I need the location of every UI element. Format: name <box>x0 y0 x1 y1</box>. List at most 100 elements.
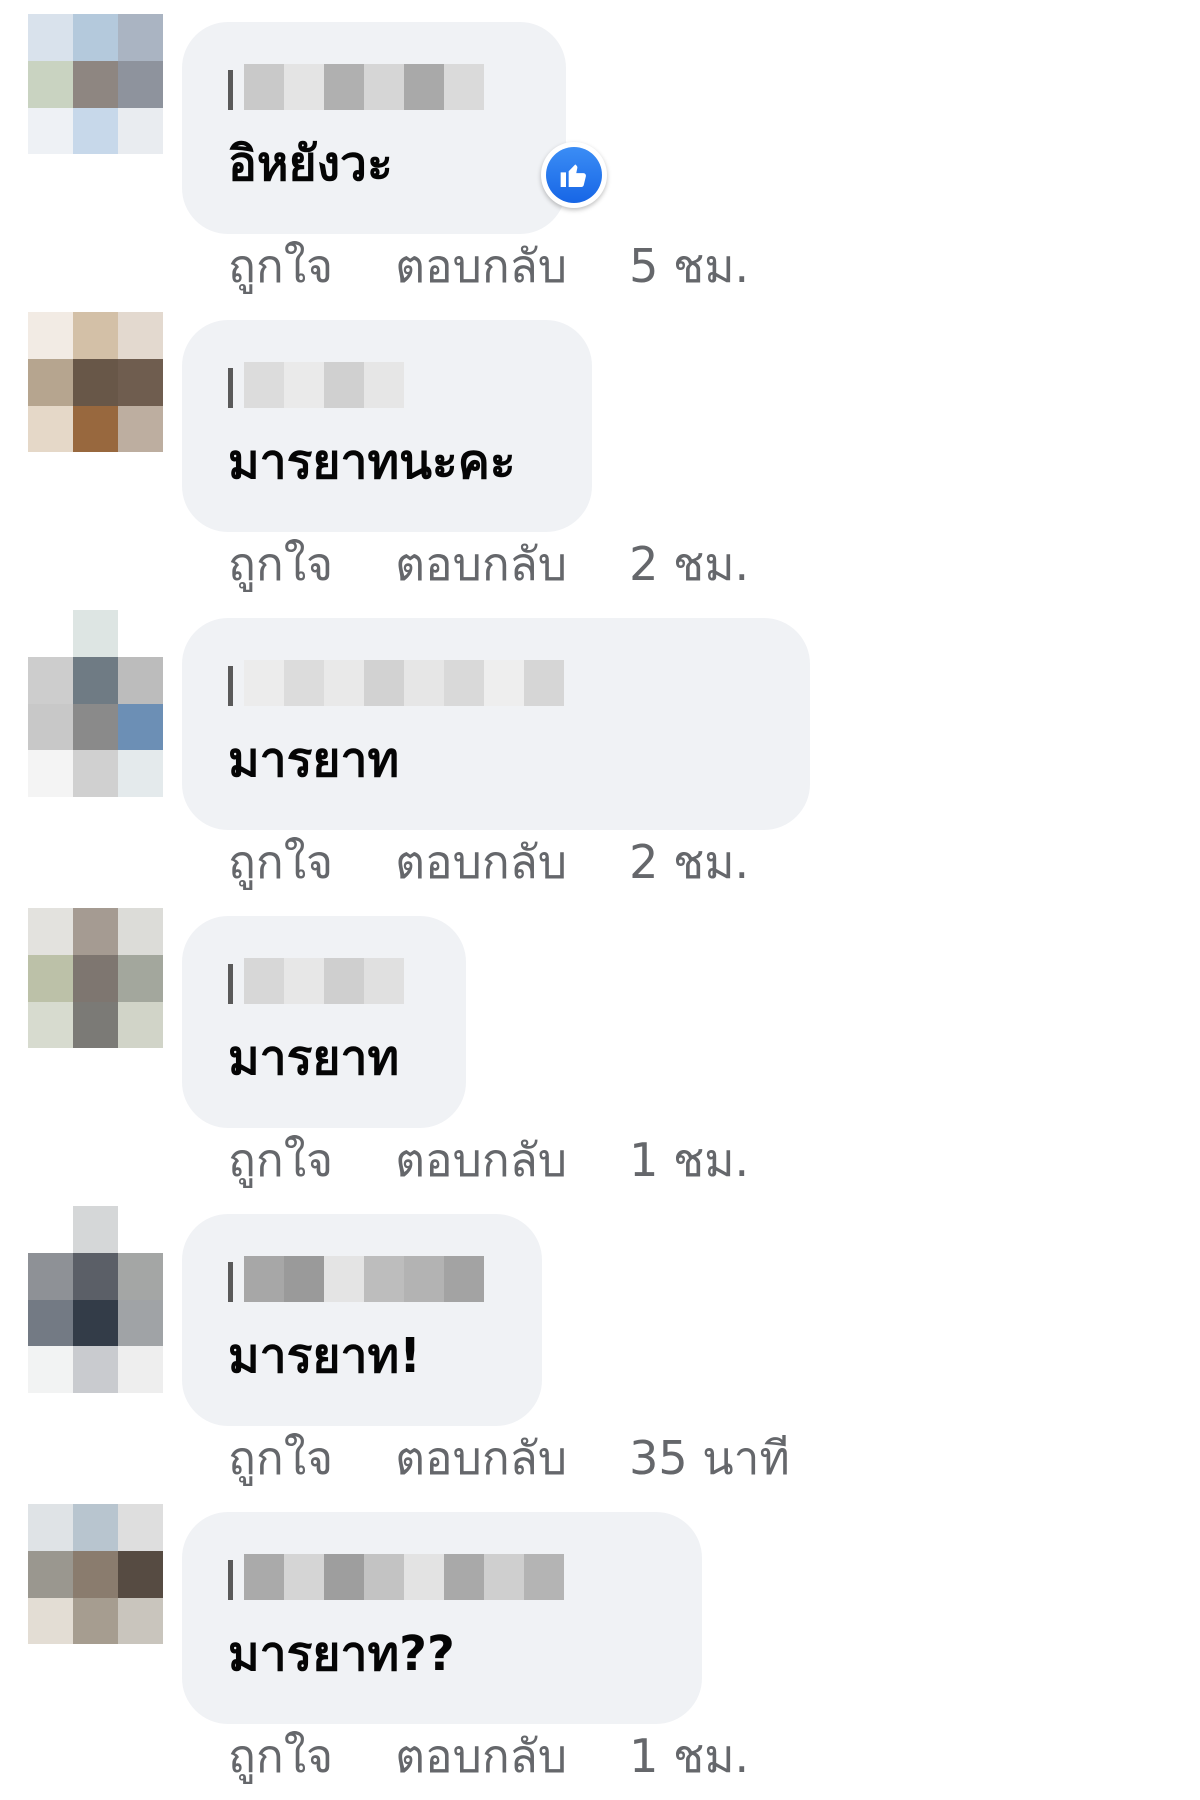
avatar-pixel <box>28 1644 73 1691</box>
blurred-author-name[interactable] <box>228 1256 484 1302</box>
comment-actions: ถูกใจ ตอบกลับ 2 ชม. <box>228 534 749 594</box>
comment-bubble: อิหยังวะ <box>182 22 566 234</box>
avatar-pixel <box>118 60 163 108</box>
avatar[interactable] <box>28 312 163 499</box>
like-link[interactable]: ถูกใจ <box>228 528 333 601</box>
comment-list: อิหยังวะ ถูกใจ ตอบกลับ 5 ชม. มารยาทนะคะ … <box>0 0 1200 1800</box>
comment-item: มารยาท ถูกใจ ตอบกลับ 1 ชม. <box>0 894 1200 1194</box>
comment-text: มารยาท! <box>228 1328 421 1384</box>
like-link[interactable]: ถูกใจ <box>228 826 333 899</box>
avatar-pixel <box>118 1597 163 1645</box>
avatar-pixel <box>118 908 163 955</box>
name-blur-block <box>324 1554 364 1600</box>
timestamp[interactable]: 35 นาที <box>629 1422 790 1495</box>
timestamp[interactable]: 5 ชม. <box>629 230 749 303</box>
avatar-pixel <box>28 452 73 499</box>
avatar-pixel <box>73 1252 118 1300</box>
comment-bubble: มารยาทนะคะ <box>182 320 592 532</box>
comment-actions: ถูกใจ ตอบกลับ 1 ชม. <box>228 1130 749 1190</box>
comment-bubble: มารยาท?? <box>182 1512 702 1724</box>
avatar-pixel <box>28 405 73 453</box>
avatar[interactable] <box>28 1504 163 1691</box>
comment-actions: ถูกใจ ตอบกลับ 5 ชม. <box>228 236 749 296</box>
avatar-pixel <box>118 1550 163 1598</box>
timestamp[interactable]: 1 ชม. <box>629 1720 749 1793</box>
name-blur-block <box>524 660 564 706</box>
blurred-author-name[interactable] <box>228 64 484 110</box>
blurred-author-name[interactable] <box>228 362 404 408</box>
avatar-pixel <box>73 1346 118 1393</box>
avatar-pixel <box>73 452 118 499</box>
avatar-pixel <box>118 1346 163 1393</box>
avatar-pixel <box>73 750 118 797</box>
name-blur-block <box>364 1256 404 1302</box>
comment-item: อิหยังวะ ถูกใจ ตอบกลับ 5 ชม. <box>0 0 1200 300</box>
comment-text: มารยาท <box>228 732 400 788</box>
avatar-pixel <box>118 656 163 704</box>
avatar[interactable] <box>28 610 163 797</box>
like-link[interactable]: ถูกใจ <box>228 1124 333 1197</box>
avatar-pixel <box>28 750 73 797</box>
avatar-pixel <box>118 1504 163 1551</box>
name-initial-fragment <box>228 70 240 110</box>
timestamp[interactable]: 2 ชม. <box>629 826 749 899</box>
blurred-author-name[interactable] <box>228 958 404 1004</box>
avatar-pixel <box>28 1346 73 1393</box>
avatar-pixel <box>73 656 118 704</box>
name-blur-block <box>284 660 324 706</box>
comment-item: มารยาท! ถูกใจ ตอบกลับ 35 นาที <box>0 1192 1200 1492</box>
avatar[interactable] <box>28 1206 163 1393</box>
avatar-pixel <box>73 405 118 453</box>
avatar-pixel <box>118 312 163 359</box>
avatar-pixel <box>118 358 163 406</box>
name-initial-fragment <box>228 368 240 408</box>
avatar-pixel <box>73 1597 118 1645</box>
timestamp[interactable]: 2 ชม. <box>629 528 749 601</box>
timestamp[interactable]: 1 ชม. <box>629 1124 749 1197</box>
avatar[interactable] <box>28 14 163 201</box>
name-blur-block <box>284 1256 324 1302</box>
name-blur-block <box>244 660 284 706</box>
name-blur-block <box>484 1554 524 1600</box>
name-blur-block <box>284 958 324 1004</box>
name-blur-block <box>324 64 364 110</box>
avatar-pixel <box>73 1048 118 1095</box>
avatar-pixel <box>118 405 163 453</box>
like-reaction-badge[interactable] <box>541 142 607 208</box>
reply-link[interactable]: ตอบกลับ <box>395 528 567 601</box>
like-link[interactable]: ถูกใจ <box>228 1720 333 1793</box>
comment-bubble: มารยาท <box>182 916 466 1128</box>
name-blur-block <box>364 958 404 1004</box>
avatar-pixel <box>73 312 118 359</box>
avatar-pixel <box>118 954 163 1002</box>
reply-link[interactable]: ตอบกลับ <box>395 1124 567 1197</box>
avatar-pixel <box>73 358 118 406</box>
avatar-pixel <box>28 14 73 61</box>
name-initial-fragment <box>228 1262 240 1302</box>
reply-link[interactable]: ตอบกลับ <box>395 1720 567 1793</box>
comment-item: มารยาท?? ถูกใจ ตอบกลับ 1 ชม. <box>0 1490 1200 1790</box>
avatar-pixel <box>28 1252 73 1300</box>
avatar[interactable] <box>28 908 163 1095</box>
reply-link[interactable]: ตอบกลับ <box>395 230 567 303</box>
avatar-pixel <box>118 1206 163 1253</box>
name-blur-block <box>284 362 324 408</box>
name-blur-block <box>284 1554 324 1600</box>
avatar-pixel <box>118 1299 163 1347</box>
like-link[interactable]: ถูกใจ <box>228 1422 333 1495</box>
name-initial-fragment <box>228 1560 240 1600</box>
avatar-pixel <box>73 154 118 201</box>
reply-link[interactable]: ตอบกลับ <box>395 826 567 899</box>
like-link[interactable]: ถูกใจ <box>228 230 333 303</box>
blurred-author-name[interactable] <box>228 1554 564 1600</box>
thumbs-up-icon <box>560 164 586 187</box>
avatar-pixel <box>28 1504 73 1551</box>
avatar-pixel <box>118 1048 163 1095</box>
comment-actions: ถูกใจ ตอบกลับ 35 นาที <box>228 1428 790 1488</box>
avatar-pixel <box>73 107 118 155</box>
comment-text: มารยาท?? <box>228 1626 455 1682</box>
name-blur-block <box>364 660 404 706</box>
blurred-author-name[interactable] <box>228 660 564 706</box>
avatar-pixel <box>73 908 118 955</box>
reply-link[interactable]: ตอบกลับ <box>395 1422 567 1495</box>
